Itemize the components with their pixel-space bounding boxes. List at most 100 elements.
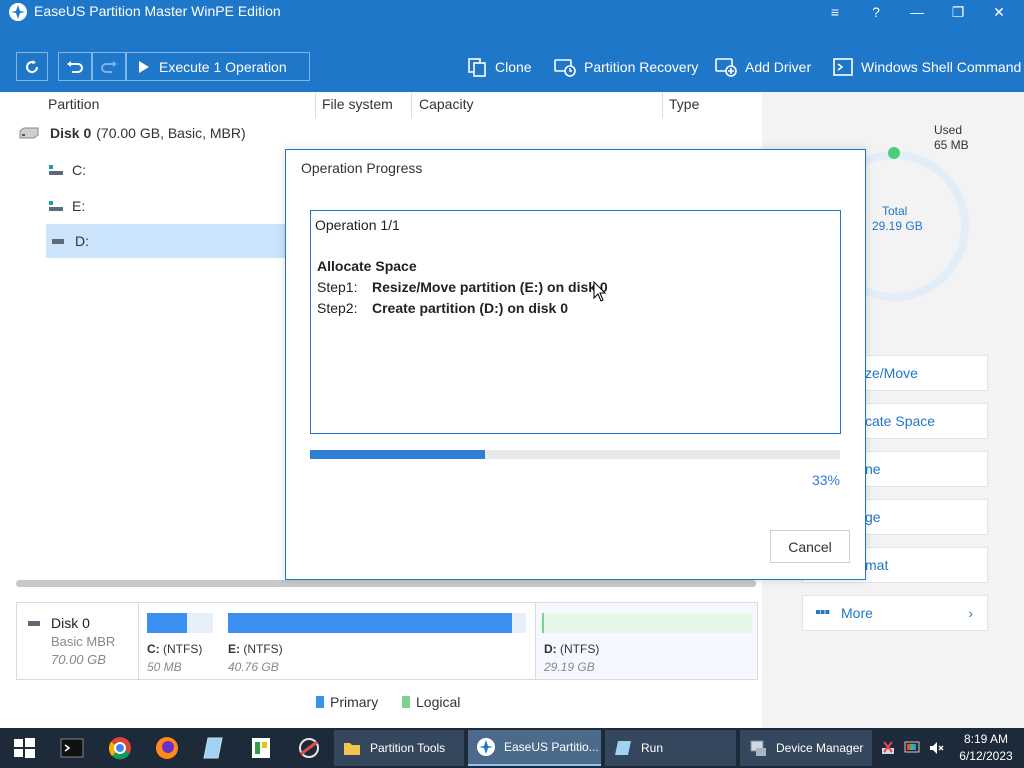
partition-e-letter: E: (228, 642, 240, 656)
total-value: 29.19 GB (872, 219, 923, 233)
execute-operation-button[interactable]: Execute 1 Operation (126, 52, 310, 81)
partition-icon (49, 201, 63, 211)
more-label: More (841, 605, 873, 621)
play-icon (139, 60, 149, 73)
firefox-icon[interactable] (153, 734, 181, 762)
partition-icon (49, 165, 63, 175)
legend-primary: Primary (316, 694, 378, 710)
add-driver-icon (715, 58, 737, 77)
partition-label: D: (75, 233, 89, 249)
legend-primary-label: Primary (330, 694, 379, 710)
taskbar-device-manager[interactable]: Device Manager (740, 730, 872, 766)
partition-d-letter: D: (544, 642, 557, 656)
step-2-label: Step2: (317, 300, 358, 316)
partition-row-c[interactable]: C: (0, 153, 240, 187)
taskbar-partition-tools[interactable]: Partition Tools (334, 730, 464, 766)
more-dots-icon: ▪▪▪ (815, 604, 830, 621)
tray-volume-muted-icon[interactable] (928, 740, 944, 756)
disk-icon (19, 127, 39, 139)
partition-block-c[interactable]: C: (NTFS) 50 MB (145, 603, 215, 679)
used-marker (888, 147, 900, 159)
menu-icon[interactable]: ≡ (815, 0, 855, 24)
easeus-icon (477, 738, 495, 756)
used-label: Used (934, 123, 963, 137)
legend-logical: Logical (402, 694, 460, 710)
window-title: EaseUS Partition Master WinPE Edition (34, 3, 281, 19)
step-1-label: Step1: (317, 279, 358, 295)
disk-map-size: 70.00 GB (51, 652, 106, 667)
refresh-button[interactable] (16, 52, 48, 81)
system-clock[interactable]: 8:19 AM 6/12/2023 (950, 731, 1022, 765)
title-toolbar-area: EaseUS Partition Master WinPE Edition ≡ … (0, 0, 1024, 92)
disk-map-name: Disk 0 (51, 615, 90, 631)
network-tool-icon[interactable] (295, 734, 323, 762)
execute-label: Execute 1 Operation (159, 58, 287, 75)
disk-row[interactable]: Disk 0 (70.00 GB, Basic, MBR) (0, 116, 290, 150)
partition-e-usage-bar (228, 613, 512, 633)
windows-start-icon[interactable] (10, 734, 38, 762)
taskbar-run[interactable]: Run (605, 730, 736, 766)
operation-progress-dialog: Operation Progress Operation 1/1 Allocat… (285, 149, 866, 580)
partition-d-usage-bar (542, 613, 544, 633)
progress-fill (310, 450, 485, 459)
device-manager-icon (750, 740, 766, 756)
operation-counter: Operation 1/1 (315, 217, 400, 233)
taskbar-easeus[interactable]: EaseUS Partitio... (468, 730, 601, 766)
minimize-button[interactable]: — (897, 0, 937, 24)
column-header-type[interactable]: Type (663, 92, 760, 118)
clone-icon (468, 58, 486, 77)
partition-recovery-label: Partition Recovery (584, 59, 699, 75)
more-button[interactable]: ▪▪▪ More › (802, 595, 988, 631)
refresh-icon (26, 59, 39, 73)
add-driver-button[interactable]: Add Driver (715, 55, 811, 79)
shell-command-icon (833, 58, 853, 76)
undo-icon (67, 60, 83, 73)
command-prompt-icon[interactable] (58, 734, 86, 762)
step-2-text: Create partition (D:) on disk 0 (372, 300, 569, 316)
partition-recovery-icon (554, 59, 576, 77)
undo-button[interactable] (58, 52, 92, 81)
redo-button[interactable] (92, 52, 126, 81)
restore-button[interactable]: ❐ (938, 0, 978, 24)
partition-block-d[interactable]: D: (NTFS) 29.19 GB (535, 603, 757, 679)
dialog-title: Operation Progress (301, 160, 423, 176)
help-icon[interactable]: ? (856, 0, 896, 24)
windows-shell-command-button[interactable]: Windows Shell Command (833, 55, 1021, 79)
tray-network-icon[interactable] (880, 740, 896, 756)
windows-shell-command-label: Windows Shell Command (861, 59, 1022, 75)
partition-e-size: 40.76 GB (228, 660, 279, 674)
partition-label: C: (72, 162, 86, 178)
disk-info: (70.00 GB, Basic, MBR) (96, 125, 246, 141)
column-header-partition[interactable]: Partition (42, 92, 316, 118)
partition-c-letter: C: (147, 642, 160, 656)
partition-c-size: 50 MB (147, 660, 182, 674)
partition-block-e[interactable]: E: (NTFS) 40.76 GB (226, 603, 526, 679)
close-button[interactable]: ✕ (979, 0, 1019, 24)
used-value: 65 MB (934, 138, 969, 152)
tray-display-icon[interactable] (904, 740, 920, 756)
clone-label: Clone (495, 59, 532, 75)
disk-map-info[interactable]: Disk 0 Basic MBR 70.00 GB (17, 603, 139, 679)
redo-icon (101, 60, 117, 73)
notepad-icon[interactable] (200, 734, 228, 762)
partition-icon (52, 239, 64, 244)
partition-row-d[interactable]: D: (46, 224, 286, 258)
chrome-icon[interactable] (106, 734, 134, 762)
clone-button[interactable]: Clone (467, 55, 532, 79)
registry-icon[interactable] (247, 734, 275, 762)
cancel-button[interactable]: Cancel (770, 530, 850, 563)
partition-recovery-button[interactable]: Partition Recovery (554, 55, 698, 79)
column-header-capacity[interactable]: Capacity (413, 92, 663, 118)
partition-d-fs: (NTFS) (560, 642, 600, 656)
progress-percent: 33% (811, 472, 840, 488)
disk-name: Disk 0 (50, 125, 92, 141)
progress-bar (310, 450, 840, 459)
horizontal-scrollbar[interactable] (16, 580, 756, 587)
column-header-file-system[interactable]: File system (316, 92, 412, 118)
taskbar: Partition Tools EaseUS Partitio... Run D… (0, 728, 1024, 768)
total-label: Total (882, 204, 908, 218)
clock-time: 8:19 AM (963, 732, 1009, 746)
partition-row-e[interactable]: E: (0, 189, 240, 223)
partition-c-usage-bar (147, 613, 187, 633)
partition-d-size: 29.19 GB (544, 660, 595, 674)
